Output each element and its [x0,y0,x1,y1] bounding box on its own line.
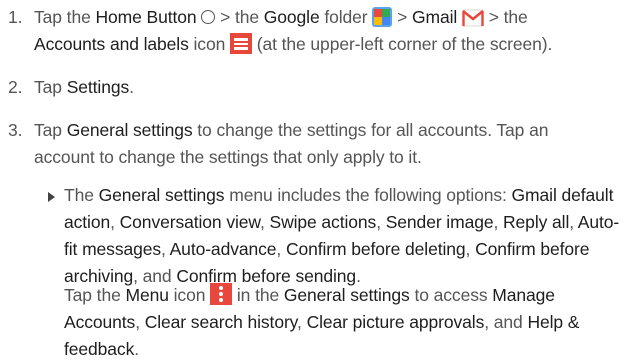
text: icon [173,285,206,305]
text: > [220,7,231,27]
menu-label: Menu [125,285,169,305]
text: > [397,7,408,27]
home-button-label: Home Button [95,7,197,27]
step-body: Tap General settings to change the setti… [34,117,619,171]
menu-icon [229,33,252,54]
step-body: Tap Settings. [34,74,619,101]
bullet-arrow-icon [48,192,55,202]
option-label: Auto-advance [169,239,277,259]
option-label: Confirm before deleting [285,239,466,259]
bullet-item: The General settings menu includes the f… [64,185,620,286]
document: 1. Tap the Home Button > the Google fold… [0,0,625,359]
folder-icon [372,7,393,27]
step-number: 3. [8,120,23,140]
text: and [493,312,523,332]
menu-paragraph: Tap the Menu icon in the General setting… [64,283,580,359]
option-label: Clear picture approvals [306,312,485,332]
general-settings-label: General settings [98,185,225,205]
text: . [134,339,139,359]
text: the [234,7,259,27]
step-number: 1. [8,7,23,27]
text: icon [193,34,226,54]
text: folder [324,7,368,27]
google-label: Google [263,7,320,27]
text: The [64,185,94,205]
option-label: Reply all [503,212,570,232]
gmail-label: Gmail [411,7,458,27]
settings-label: Settings [66,77,130,97]
general-settings-label: General settings [66,120,193,140]
text: account to change the settings that only… [34,147,422,167]
text: Tap [34,77,62,97]
circle-icon [201,10,216,24]
text: . [129,77,134,97]
text: (at the upper-left corner of the screen)… [256,34,553,54]
step-number: 2. [8,77,23,97]
accounts-labels-label: Accounts and labels [34,34,189,54]
text: > the [488,7,528,27]
option-label: Sender image [385,212,494,232]
option-label: Clear search history [144,312,298,332]
text: Tap the [34,7,91,27]
text: in the [236,285,280,305]
option-label: Conversation view [119,212,260,232]
text: to change the settings for all accounts.… [197,120,549,140]
vertical-dots-icon [210,283,233,305]
option-label: Swipe actions [269,212,377,232]
general-settings-label: General settings [283,285,410,305]
gmail-icon [462,9,484,27]
text: menu includes the following options: [229,185,507,205]
text: Tap [34,120,62,140]
text: Tap the [64,285,121,305]
step-body: Tap the Home Button > the Google folder … [34,4,619,58]
text: to access [414,285,488,305]
